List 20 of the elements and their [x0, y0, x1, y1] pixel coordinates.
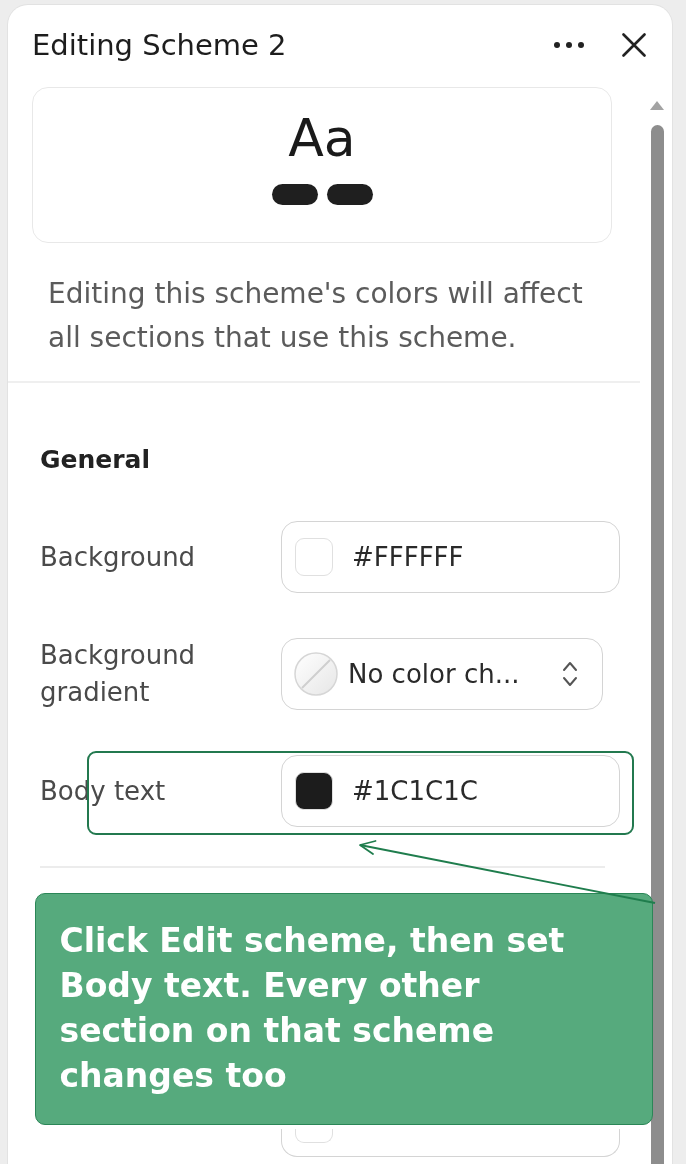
description-text: Editing this scheme's colors will affect all sections that use this scheme.	[48, 276, 584, 356]
color-field[interactable]: #1C1C1C	[281, 755, 620, 827]
color-swatch-icon	[295, 1129, 333, 1143]
color-field[interactable]: #FFFFFF	[281, 521, 620, 593]
window-title: Editing Scheme 2	[32, 27, 287, 63]
gradient-select[interactable]: No color ch...	[281, 638, 603, 710]
instruction-callout: Click Edit scheme, then set Body text. Every other section on that scheme changes too	[35, 893, 653, 1125]
no-color-icon	[294, 652, 338, 696]
color-field[interactable]	[281, 1129, 620, 1157]
more-options-icon[interactable]	[554, 42, 584, 48]
field-label: Background	[40, 540, 196, 574]
section-heading: General	[40, 445, 150, 475]
field-label: Background gradient	[40, 639, 197, 709]
updown-caret-icon	[562, 661, 578, 687]
sample-text: Aa	[288, 110, 356, 166]
pill-icon	[326, 184, 373, 205]
close-icon[interactable]	[622, 33, 646, 57]
scrollbar-thumb[interactable]	[651, 125, 664, 1164]
pill-icon	[271, 184, 318, 205]
scroll-up-icon[interactable]	[650, 101, 664, 110]
